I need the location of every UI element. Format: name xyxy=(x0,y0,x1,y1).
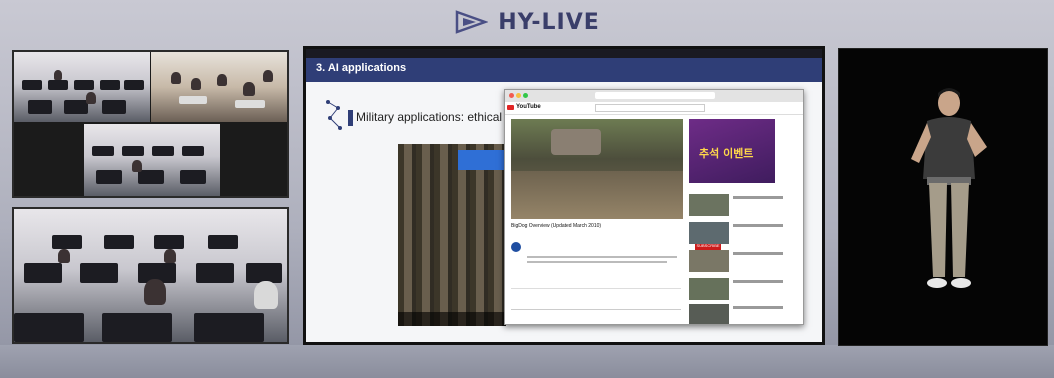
presenter xyxy=(899,87,999,307)
camera-feed-left xyxy=(14,52,150,122)
logo-text: HY-LIVE xyxy=(498,9,600,35)
heading-accent xyxy=(348,110,353,126)
header: HY-LIVE xyxy=(0,0,1054,44)
video-title: BigDog Overview (Updated March 2010) xyxy=(511,223,602,229)
slide-header: 3. AI applications xyxy=(306,58,822,82)
presentation-slide: 3. AI applications Military applications… xyxy=(306,58,822,342)
play-triangle-icon xyxy=(454,9,489,35)
channel-avatar[interactable] xyxy=(511,242,521,252)
recommended-thumbnail[interactable] xyxy=(689,278,729,300)
slide-heading: Military applications: ethical i xyxy=(356,110,509,124)
classroom-camera-top xyxy=(12,50,289,198)
browser-titlebar xyxy=(505,90,803,102)
screen-share-panel: 3. AI applications Military applications… xyxy=(303,46,825,345)
camera-feed-main xyxy=(14,209,287,342)
slide-title: 3. AI applications xyxy=(316,62,407,74)
network-icon xyxy=(324,98,346,134)
presenter-camera xyxy=(838,48,1048,346)
youtube-logo[interactable]: YouTube xyxy=(516,104,541,110)
embedded-video xyxy=(398,144,506,326)
recommended-thumbnail[interactable] xyxy=(689,222,729,244)
youtube-header: YouTube xyxy=(505,102,803,115)
ad-banner[interactable]: 추석 이벤트 xyxy=(689,119,775,183)
stage-floor xyxy=(0,345,1054,378)
search-input[interactable] xyxy=(595,104,705,112)
camera-feed-right xyxy=(151,52,287,122)
youtube-play-icon[interactable] xyxy=(507,105,514,110)
recommended-thumbnail[interactable] xyxy=(689,250,729,272)
comment-input[interactable] xyxy=(511,302,681,310)
mac-menu-bar xyxy=(306,49,822,58)
ad-text: 추석 이벤트 xyxy=(699,147,754,160)
youtube-window[interactable]: YouTube BigDog Overview (Updated March 2… xyxy=(504,89,804,325)
recommended-thumbnail[interactable] xyxy=(689,304,729,324)
recommended-thumbnail[interactable] xyxy=(689,194,729,216)
classroom-camera-bottom xyxy=(12,207,289,344)
camera-feed-center xyxy=(84,124,220,196)
youtube-video-player[interactable] xyxy=(511,119,683,219)
